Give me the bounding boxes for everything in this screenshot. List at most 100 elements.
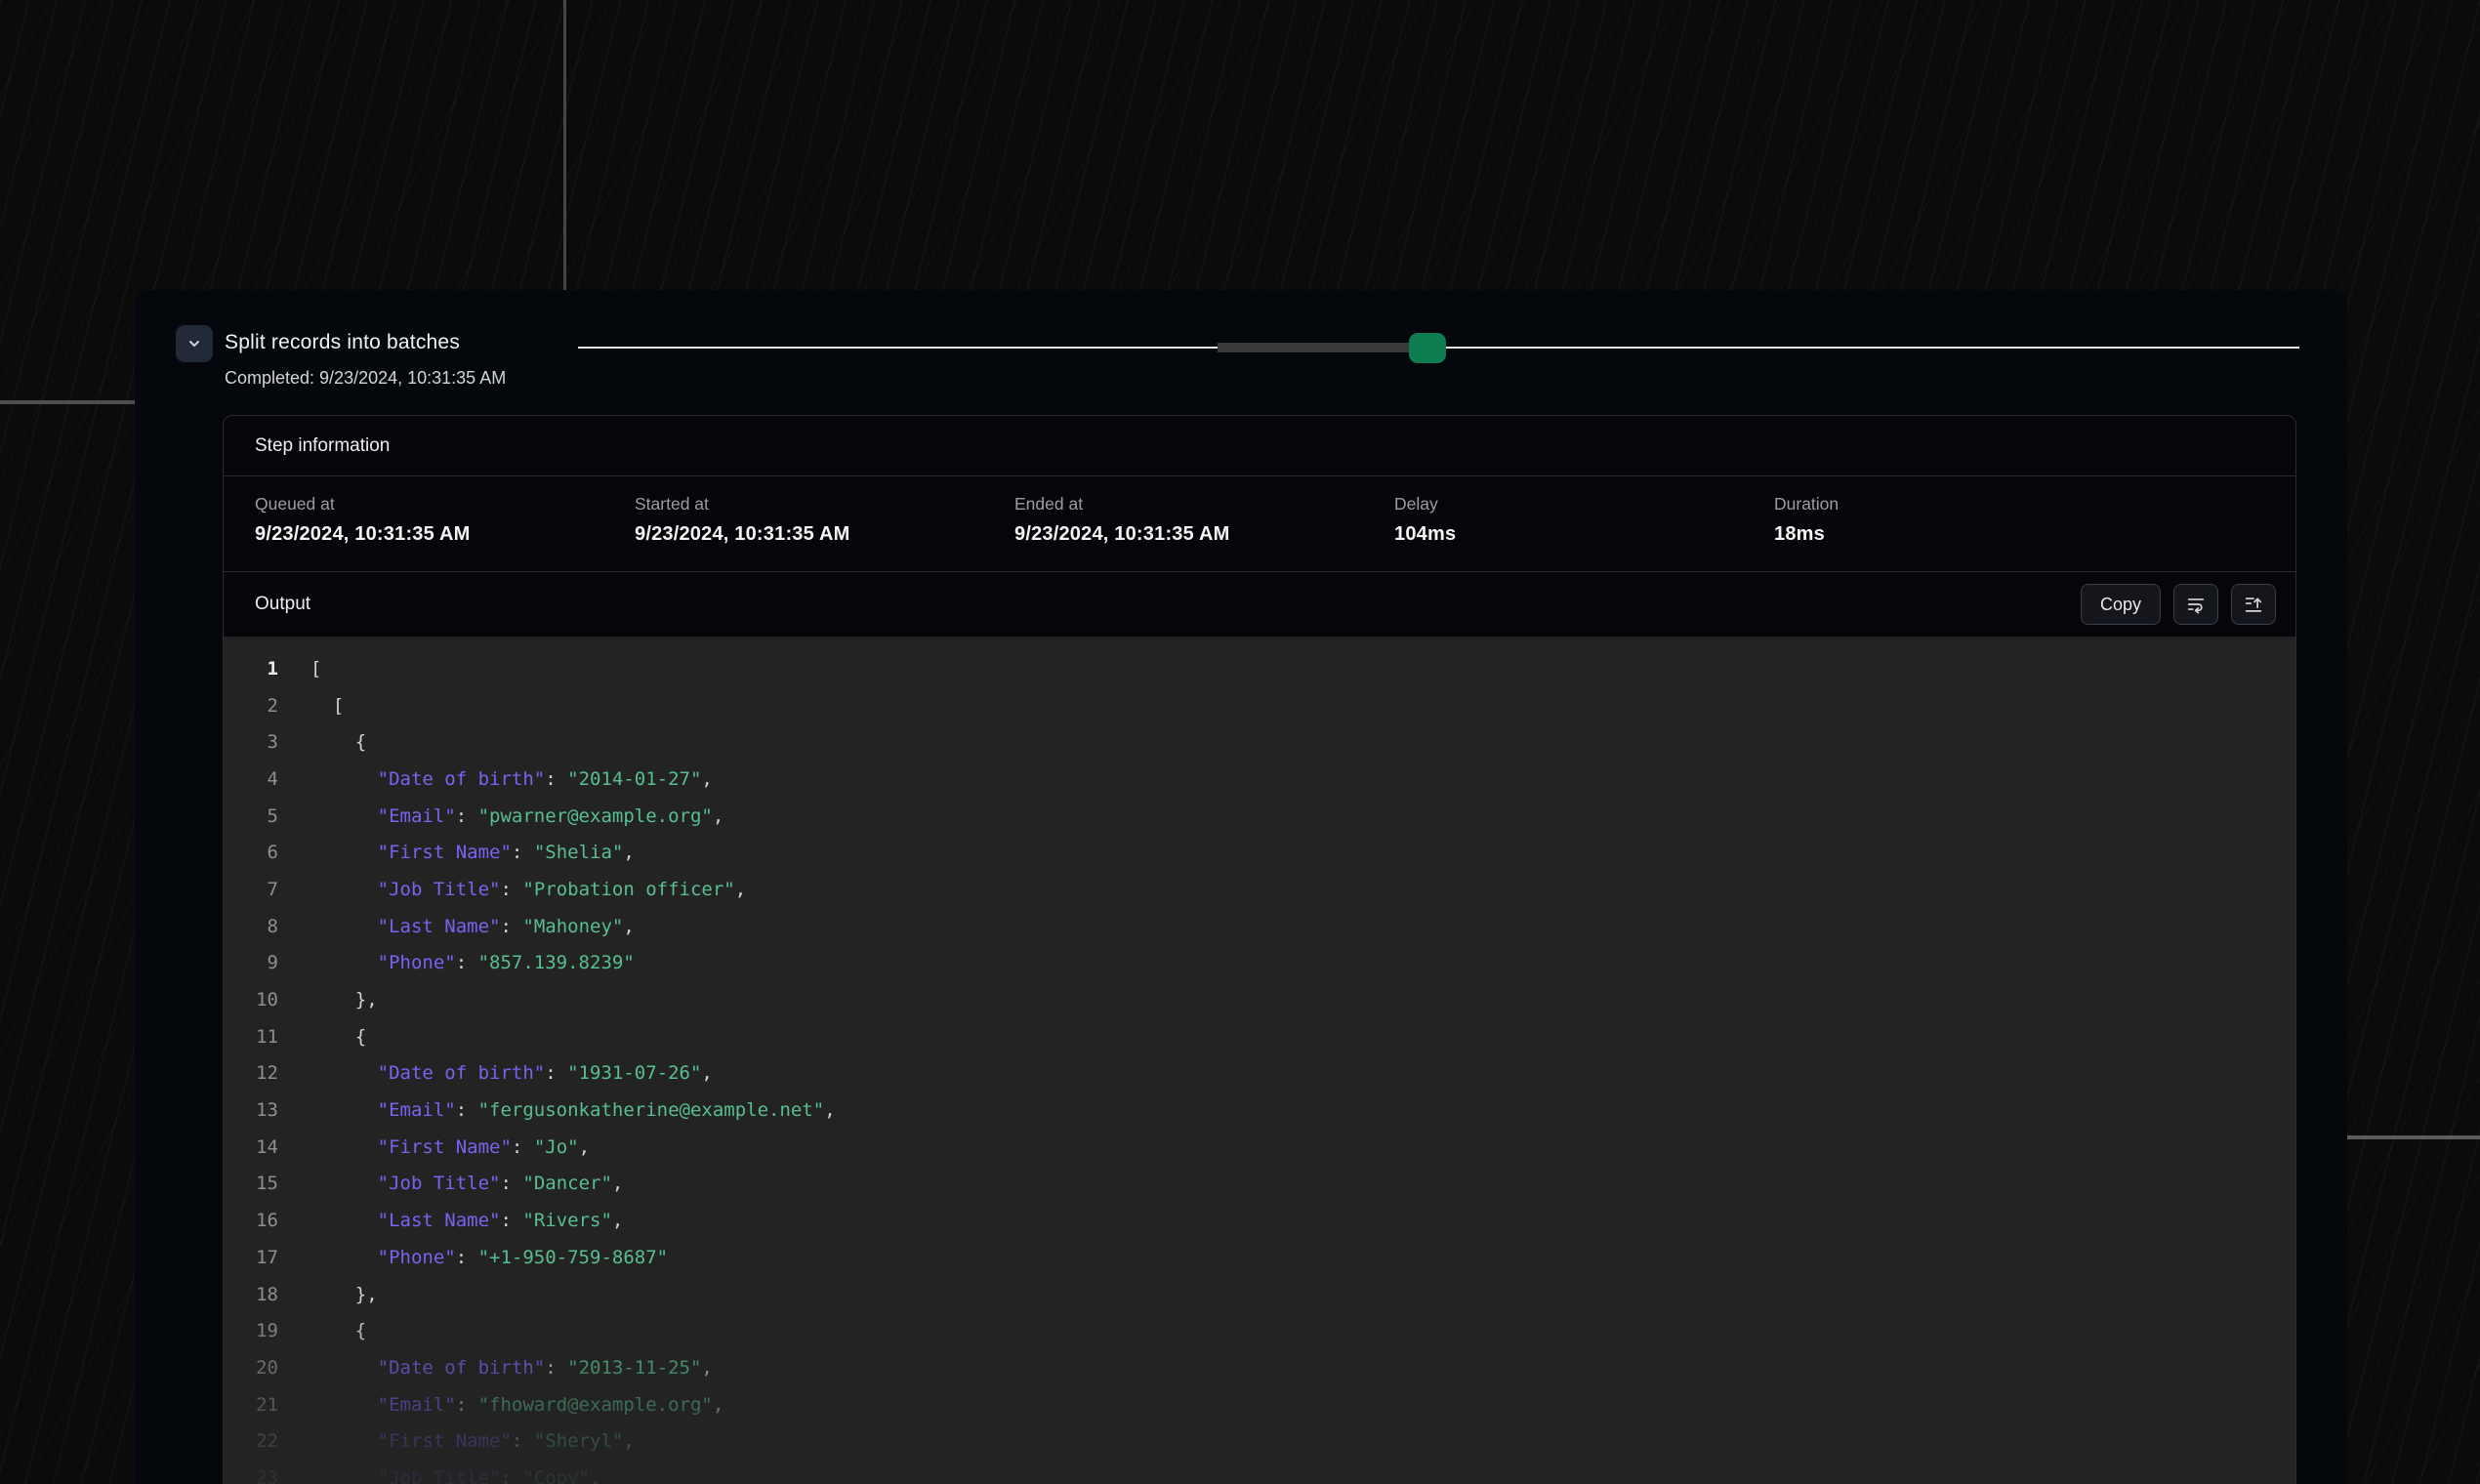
step-title: Split records into batches <box>225 331 460 354</box>
stat-label: Delay <box>1394 494 1774 515</box>
code-text: "Date of birth": "1931-07-26", <box>310 1062 713 1084</box>
stat-value: 9/23/2024, 10:31:35 AM <box>1014 523 1394 546</box>
code-line: 21 "Email": "fhoward@example.org", <box>224 1386 2295 1423</box>
line-number: 14 <box>224 1136 278 1158</box>
output-title: Output <box>255 594 310 615</box>
step-information-header: Step information <box>224 416 2295 476</box>
decor-horizontal-line-left <box>0 400 136 404</box>
code-text: [ <box>310 695 344 717</box>
line-number: 19 <box>224 1320 278 1341</box>
code-line: 18 }, <box>224 1276 2295 1313</box>
scroll-to-top-icon <box>2243 594 2264 615</box>
code-line: 20 "Date of birth": "2013-11-25", <box>224 1349 2295 1386</box>
line-number: 5 <box>224 805 278 827</box>
code-text: [ <box>310 658 321 680</box>
timeline-handle[interactable] <box>1409 333 1446 363</box>
line-number: 6 <box>224 842 278 863</box>
line-number: 4 <box>224 768 278 790</box>
code-line: 10 }, <box>224 981 2295 1018</box>
code-text: "Email": "fhoward@example.org", <box>310 1394 723 1416</box>
stat-value: 104ms <box>1394 523 1774 546</box>
code-line: 13 "Email": "fergusonkatherine@example.n… <box>224 1092 2295 1129</box>
stat-duration: Duration 18ms <box>1774 494 2154 546</box>
line-number: 9 <box>224 952 278 973</box>
code-line: 22 "First Name": "Sheryl", <box>224 1422 2295 1460</box>
scroll-to-top-button[interactable] <box>2231 584 2276 625</box>
code-text: { <box>310 1026 366 1048</box>
code-line: 23 "Job Title": "Copy", <box>224 1460 2295 1484</box>
copy-button-label: Copy <box>2100 595 2141 615</box>
code-text: }, <box>310 1284 378 1305</box>
line-number: 3 <box>224 731 278 753</box>
code-line: 5 "Email": "pwarner@example.org", <box>224 798 2295 835</box>
line-number: 15 <box>224 1173 278 1194</box>
code-line: 4 "Date of birth": "2014-01-27", <box>224 761 2295 798</box>
collapse-step-button[interactable] <box>176 325 213 362</box>
step-status-line: Completed: 9/23/2024, 10:31:35 AM <box>225 368 506 389</box>
code-line: 14 "First Name": "Jo", <box>224 1129 2295 1166</box>
stat-ended-at: Ended at9/23/2024, 10:31:35 AM <box>1014 494 1394 546</box>
step-information-card: Step information Queued at9/23/2024, 10:… <box>223 415 2296 1484</box>
stat-label: Started at <box>635 494 1014 515</box>
code-line: 6 "First Name": "Shelia", <box>224 834 2295 871</box>
line-number: 2 <box>224 695 278 717</box>
code-text: "Job Title": "Copy", <box>310 1467 600 1484</box>
code-text: "Phone": "857.139.8239" <box>310 952 635 973</box>
decor-vertical-line <box>563 0 566 292</box>
code-text: "Job Title": "Dancer", <box>310 1173 623 1194</box>
stat-queued-at: Queued at 9/23/2024, 10:31:35 AM <box>255 494 635 546</box>
stat-label: Queued at <box>255 494 635 515</box>
stat-value: 9/23/2024, 10:31:35 AM <box>635 523 1014 546</box>
code-text: "Date of birth": "2014-01-27", <box>310 768 713 790</box>
code-text: "Last Name": "Rivers", <box>310 1210 623 1231</box>
output-code-viewer[interactable]: 1[2 [3 {4 "Date of birth": "2014-01-27",… <box>224 637 2295 1484</box>
code-text: "First Name": "Jo", <box>310 1136 590 1158</box>
code-line: 11 { <box>224 1018 2295 1055</box>
step-timeline[interactable] <box>578 329 2299 366</box>
wrap-text-button[interactable] <box>2173 584 2218 625</box>
code-line: 16 "Last Name": "Rivers", <box>224 1202 2295 1239</box>
code-text: "First Name": "Shelia", <box>310 842 635 863</box>
line-number: 12 <box>224 1062 278 1084</box>
code-line: 3 { <box>224 723 2295 761</box>
code-text: "First Name": "Sheryl", <box>310 1430 635 1452</box>
code-line: 8 "Last Name": "Mahoney", <box>224 908 2295 945</box>
step-detail-panel: Split records into batches Completed: 9/… <box>135 290 2347 1484</box>
line-number: 16 <box>224 1210 278 1231</box>
stat-label: Duration <box>1774 494 2154 515</box>
code-text: "Last Name": "Mahoney", <box>310 916 635 937</box>
code-line: 1[ <box>224 650 2295 687</box>
code-line: 15 "Job Title": "Dancer", <box>224 1166 2295 1203</box>
code-text: "Job Title": "Probation officer", <box>310 879 746 900</box>
code-line: 17 "Phone": "+1-950-759-8687" <box>224 1239 2295 1276</box>
line-number: 20 <box>224 1357 278 1379</box>
line-number: 1 <box>224 658 278 680</box>
step-information-title: Step information <box>255 435 390 457</box>
code-text: "Date of birth": "2013-11-25", <box>310 1357 713 1379</box>
output-actions: Copy <box>2081 584 2276 625</box>
code-text: "Email": "fergusonkatherine@example.net"… <box>310 1099 836 1121</box>
line-number: 10 <box>224 989 278 1010</box>
line-number: 17 <box>224 1247 278 1268</box>
code-text: "Phone": "+1-950-759-8687" <box>310 1247 668 1268</box>
code-line: 9 "Phone": "857.139.8239" <box>224 945 2295 982</box>
decor-horizontal-line-right <box>2347 1135 2480 1139</box>
stat-value: 9/23/2024, 10:31:35 AM <box>255 523 635 546</box>
stat-started-at: Started at 9/23/2024, 10:31:35 AM <box>635 494 1014 546</box>
line-number: 21 <box>224 1394 278 1416</box>
timeline-elapsed-segment <box>1218 343 1413 352</box>
code-text: { <box>310 731 366 753</box>
chevron-down-icon <box>186 336 202 351</box>
code-line: 2 [ <box>224 687 2295 724</box>
line-number: 7 <box>224 879 278 900</box>
line-number: 13 <box>224 1099 278 1121</box>
stat-delay: Delay 104ms <box>1394 494 1774 546</box>
line-number: 18 <box>224 1284 278 1305</box>
line-number: 8 <box>224 916 278 937</box>
code-line: 7 "Job Title": "Probation officer", <box>224 871 2295 908</box>
code-text: "Email": "pwarner@example.org", <box>310 805 723 827</box>
line-number: 22 <box>224 1430 278 1452</box>
stat-value: 18ms <box>1774 523 2154 546</box>
copy-button[interactable]: Copy <box>2081 584 2161 625</box>
output-bar: Output Copy <box>224 572 2295 637</box>
